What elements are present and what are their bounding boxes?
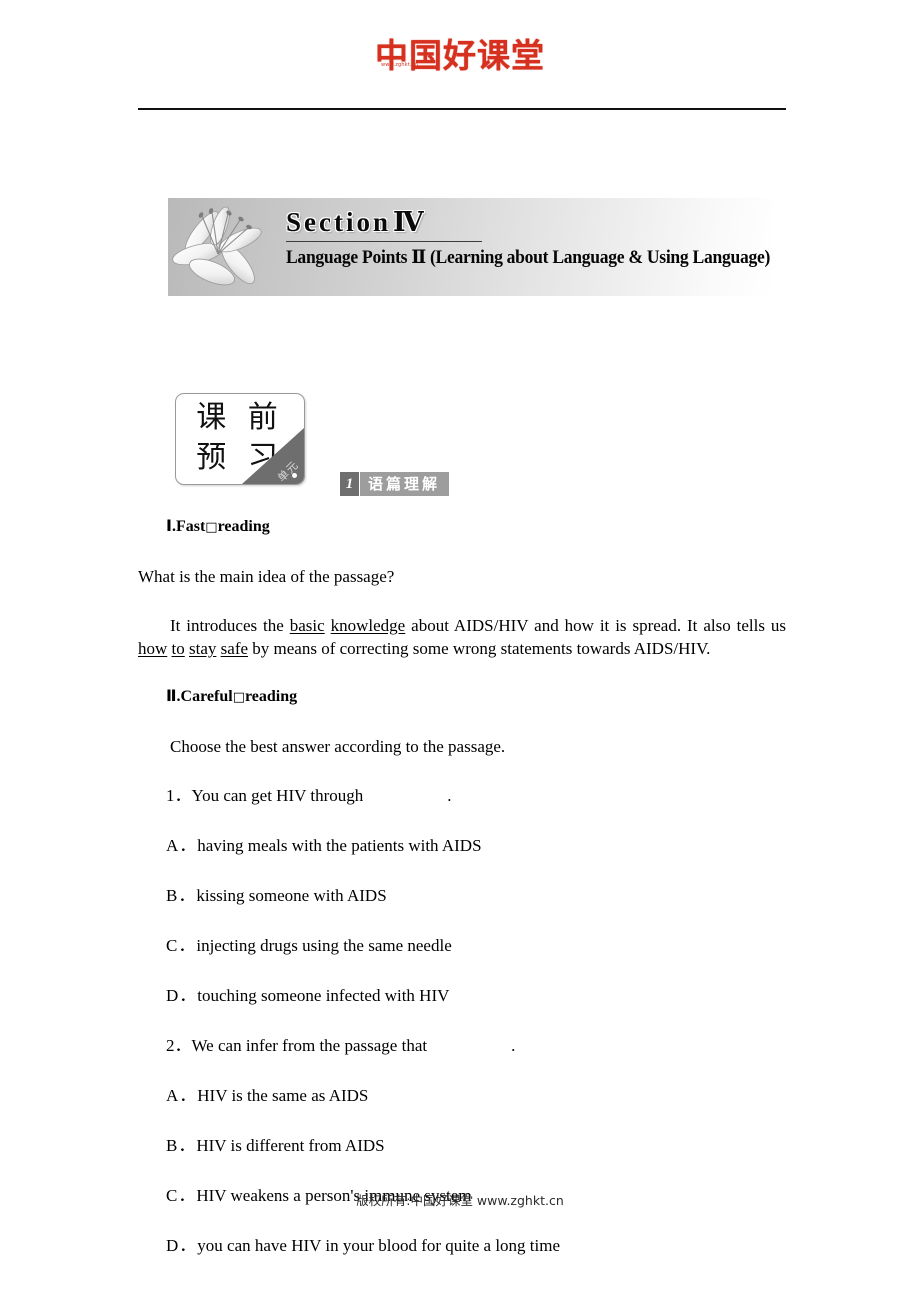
page-footer: 版权所有:中国好课堂 www.zghkt.cn <box>356 1193 564 1208</box>
answer-text: about AIDS/HIV and how it is spread. It … <box>405 616 787 635</box>
option-marker: A． <box>166 836 198 855</box>
answer-keyword: knowledge <box>330 616 406 635</box>
option-marker: C． <box>166 936 197 955</box>
option-text: kissing someone with AIDS <box>196 886 387 905</box>
option-marker: B． <box>166 1136 197 1155</box>
banner-text-block: SectionⅣ Language Points Ⅱ (Learning abo… <box>286 206 920 269</box>
question-option[interactable]: A．having meals with the patients with AI… <box>166 834 786 857</box>
topic-badge-label: 语篇理解 <box>359 472 450 496</box>
question-list: 1．You can get HIV through. A．having meals… <box>138 784 786 1257</box>
question-text: We can infer from the passage that <box>191 1036 428 1055</box>
plate-corner-dot <box>292 473 297 478</box>
answer-keyword: how <box>138 639 168 658</box>
answer-text: by means of correcting some wrong statem… <box>248 639 711 658</box>
option-text: having meals with the patients with AIDS <box>197 836 482 855</box>
topic-badge: 1 语篇理解 <box>340 472 450 496</box>
option-text: HIV is different from AIDS <box>196 1136 385 1155</box>
question-option[interactable]: C．injecting drugs using the same needle <box>166 934 786 957</box>
site-logo: 中国好课堂 www.zghkt.cn <box>0 36 920 76</box>
question-number: 1． <box>166 786 192 805</box>
topic-badge-number: 1 <box>340 472 359 496</box>
option-text: touching someone infected with HIV <box>197 986 450 1005</box>
heading-careful-reading: Ⅱ.Careful□reading <box>166 685 786 709</box>
banner-title: SectionⅣ <box>286 206 920 238</box>
option-text: injecting drugs using the same needle <box>196 936 452 955</box>
banner-subtitle: Language Points Ⅱ (Learning about Langua… <box>286 248 771 268</box>
option-marker: D． <box>166 1236 198 1255</box>
fast-reading-answer: It introduces the basic knowledge about … <box>138 614 786 660</box>
flower-icon <box>168 198 286 296</box>
option-marker: A． <box>166 1086 198 1105</box>
section-banner: SectionⅣ Language Points Ⅱ (Learning abo… <box>168 198 773 296</box>
option-marker: D． <box>166 986 198 1005</box>
heading-fast-label-b: reading <box>217 518 270 535</box>
question-option[interactable]: B．HIV is different from AIDS <box>166 1134 786 1157</box>
answer-keyword: safe <box>220 639 249 658</box>
document-body: Ⅰ.Fast□reading What is the main idea of … <box>138 515 786 1284</box>
banner-title-prefix: Section <box>286 207 391 237</box>
heading-careful-label-a: Careful <box>180 688 233 705</box>
question-tail: . <box>447 786 452 805</box>
question-tail: . <box>511 1036 516 1055</box>
header-divider <box>138 108 786 110</box>
question-option[interactable]: D．touching someone infected with HIV <box>166 984 786 1007</box>
option-text: you can have HIV in your blood for quite… <box>197 1236 561 1255</box>
preview-plate: 课 前 预 习 单元 <box>175 393 305 485</box>
question-option[interactable]: A．HIV is the same as AIDS <box>166 1084 786 1107</box>
careful-reading-instruction: Choose the best answer according to the … <box>170 737 506 756</box>
heading-fast-reading: Ⅰ.Fast□reading <box>166 515 786 539</box>
question-option[interactable]: B．kissing someone with AIDS <box>166 884 786 907</box>
option-marker: B． <box>166 886 197 905</box>
box-glyph-2: □ <box>232 690 245 705</box>
question-stem: 1．You can get HIV through. <box>166 784 786 807</box>
answer-text: It introduces the <box>170 616 290 635</box>
question-option[interactable]: D．you can have HIV in your blood for qui… <box>166 1234 786 1257</box>
banner-divider <box>286 241 482 242</box>
answer-keyword: to <box>171 639 185 658</box>
logo-subtext: www.zghkt.cn <box>381 62 419 68</box>
box-glyph-1: □ <box>205 520 218 535</box>
question-stem: 2．We can infer from the passage that. <box>166 1034 786 1057</box>
logo-mark: 中国好课堂 www.zghkt.cn <box>375 36 545 76</box>
heading-careful-label-b: reading <box>244 688 298 705</box>
heading-roman-2: Ⅱ <box>166 686 177 705</box>
option-text: HIV is the same as AIDS <box>197 1086 369 1105</box>
answer-keyword: basic <box>289 616 325 635</box>
heading-fast-label-a: Fast <box>175 518 206 535</box>
fast-reading-question: What is the main idea of the passage? <box>138 567 395 586</box>
question-text: You can get HIV through <box>191 786 364 805</box>
question-number: 2． <box>166 1036 192 1055</box>
banner-title-number: Ⅳ <box>393 207 424 237</box>
answer-keyword: stay <box>189 639 217 658</box>
